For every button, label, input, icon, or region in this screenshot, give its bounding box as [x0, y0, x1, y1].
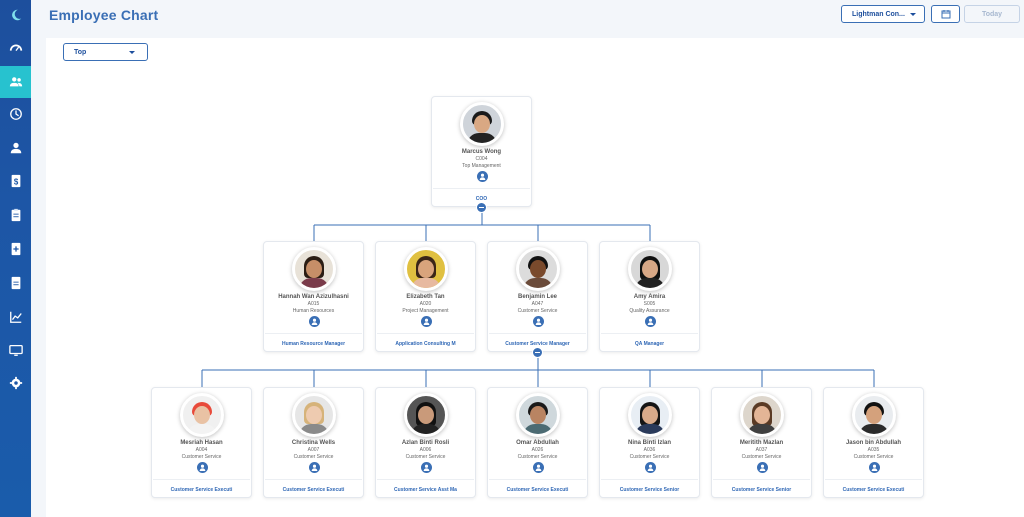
- avatar: [852, 393, 896, 437]
- employee-code: S005: [643, 301, 656, 307]
- employee-code: A006: [419, 447, 432, 453]
- employee-department: Customer Service: [517, 308, 558, 314]
- collapse-toggle[interactable]: [476, 202, 487, 213]
- employee-department: Customer Service: [405, 454, 446, 460]
- employee-code: A026: [531, 447, 544, 453]
- avatar: [516, 247, 560, 291]
- employee-name: Benjamin Lee: [517, 294, 557, 300]
- employee-position: Customer Service Executi: [170, 487, 233, 493]
- avatar: [460, 102, 504, 146]
- employee-name: Hannah Wan Azizulhasni: [278, 294, 349, 300]
- profile-icon[interactable]: [197, 462, 208, 473]
- employee-name: Marcus Wong: [461, 149, 502, 155]
- employee-card[interactable]: Jason bin Abdullah A035 Customer Service…: [823, 387, 924, 498]
- employee-position: Application Consulting M: [395, 341, 456, 347]
- avatar: [292, 247, 336, 291]
- employee-code: A036: [643, 447, 656, 453]
- employee-card[interactable]: Nina Binti Izlan A036 Customer Service C…: [599, 387, 700, 498]
- employee-position: Customer Service Senior: [619, 487, 680, 493]
- profile-icon[interactable]: [421, 316, 432, 327]
- profile-icon[interactable]: [645, 462, 656, 473]
- avatar: [404, 247, 448, 291]
- employee-card[interactable]: Omar Abdullah A026 Customer Service Cust…: [487, 387, 588, 498]
- avatar: [628, 393, 672, 437]
- profile-icon[interactable]: [421, 462, 432, 473]
- employee-department: Customer Service: [293, 454, 334, 460]
- profile-icon[interactable]: [645, 316, 656, 327]
- employee-department: Customer Service: [853, 454, 894, 460]
- employee-card[interactable]: Amy Amira S005 Quality Assurance QA Mana…: [599, 241, 700, 352]
- employee-name: Omar Abdullah: [516, 440, 559, 446]
- employee-name: Amy Amira: [633, 294, 666, 300]
- employee-department: Project Management: [402, 308, 449, 314]
- employee-position: Customer Service Executi: [842, 487, 905, 493]
- employee-code: C004: [475, 156, 488, 162]
- employee-name: Christina Wells: [291, 440, 336, 446]
- employee-code: A004: [195, 447, 208, 453]
- employee-department: Customer Service: [741, 454, 782, 460]
- profile-icon[interactable]: [309, 462, 320, 473]
- employee-card[interactable]: Mesriah Hasan A004 Customer Service Cust…: [151, 387, 252, 498]
- employee-department: Human Resources: [292, 308, 335, 314]
- employee-name: Jason bin Abdullah: [845, 440, 902, 446]
- avatar: [628, 247, 672, 291]
- employee-name: Meritith Mazlan: [739, 440, 784, 446]
- employee-position: Customer Service Executi: [282, 487, 345, 493]
- employee-code: A047: [531, 301, 544, 307]
- employee-code: A020: [419, 301, 432, 307]
- employee-name: Mesriah Hasan: [180, 440, 223, 446]
- employee-name: Nina Binti Izlan: [627, 440, 671, 446]
- employee-code: A007: [307, 447, 320, 453]
- profile-icon[interactable]: [757, 462, 768, 473]
- avatar: [292, 393, 336, 437]
- profile-icon[interactable]: [869, 462, 880, 473]
- collapse-toggle[interactable]: [532, 347, 543, 358]
- employee-card[interactable]: Meritith Mazlan A037 Customer Service Cu…: [711, 387, 812, 498]
- employee-department: Quality Assurance: [629, 308, 670, 314]
- employee-department: Customer Service: [181, 454, 222, 460]
- avatar: [404, 393, 448, 437]
- employee-position: Customer Service Asst Ma: [394, 487, 457, 493]
- employee-name: Azlan Binti Rosli: [401, 440, 450, 446]
- employee-card[interactable]: Christina Wells A007 Customer Service Cu…: [263, 387, 364, 498]
- avatar: [516, 393, 560, 437]
- employee-card[interactable]: Elizabeth Tan A020 Project Management Ap…: [375, 241, 476, 352]
- employee-card[interactable]: Azlan Binti Rosli A006 Customer Service …: [375, 387, 476, 498]
- profile-icon[interactable]: [533, 316, 544, 327]
- employee-name: Elizabeth Tan: [406, 294, 445, 300]
- employee-card[interactable]: Hannah Wan Azizulhasni A015 Human Resour…: [263, 241, 364, 352]
- employee-position: Human Resource Manager: [281, 341, 346, 347]
- employee-department: Customer Service: [629, 454, 670, 460]
- employee-card[interactable]: Benjamin Lee A047 Customer Service Custo…: [487, 241, 588, 352]
- profile-icon[interactable]: [533, 462, 544, 473]
- employee-department: Top Management: [462, 163, 501, 169]
- employee-code: A037: [755, 447, 768, 453]
- avatar: [180, 393, 224, 437]
- avatar: [740, 393, 784, 437]
- employee-position: Customer Service Executi: [506, 487, 569, 493]
- employee-department: Customer Service: [517, 454, 558, 460]
- employee-code: A035: [867, 447, 880, 453]
- employee-position: Customer Service Senior: [731, 487, 792, 493]
- employee-card-top[interactable]: Marcus Wong C004 Top Management COO: [431, 96, 532, 207]
- employee-position: QA Manager: [634, 341, 665, 347]
- profile-icon[interactable]: [477, 171, 488, 182]
- employee-code: A015: [307, 301, 320, 307]
- profile-icon[interactable]: [309, 316, 320, 327]
